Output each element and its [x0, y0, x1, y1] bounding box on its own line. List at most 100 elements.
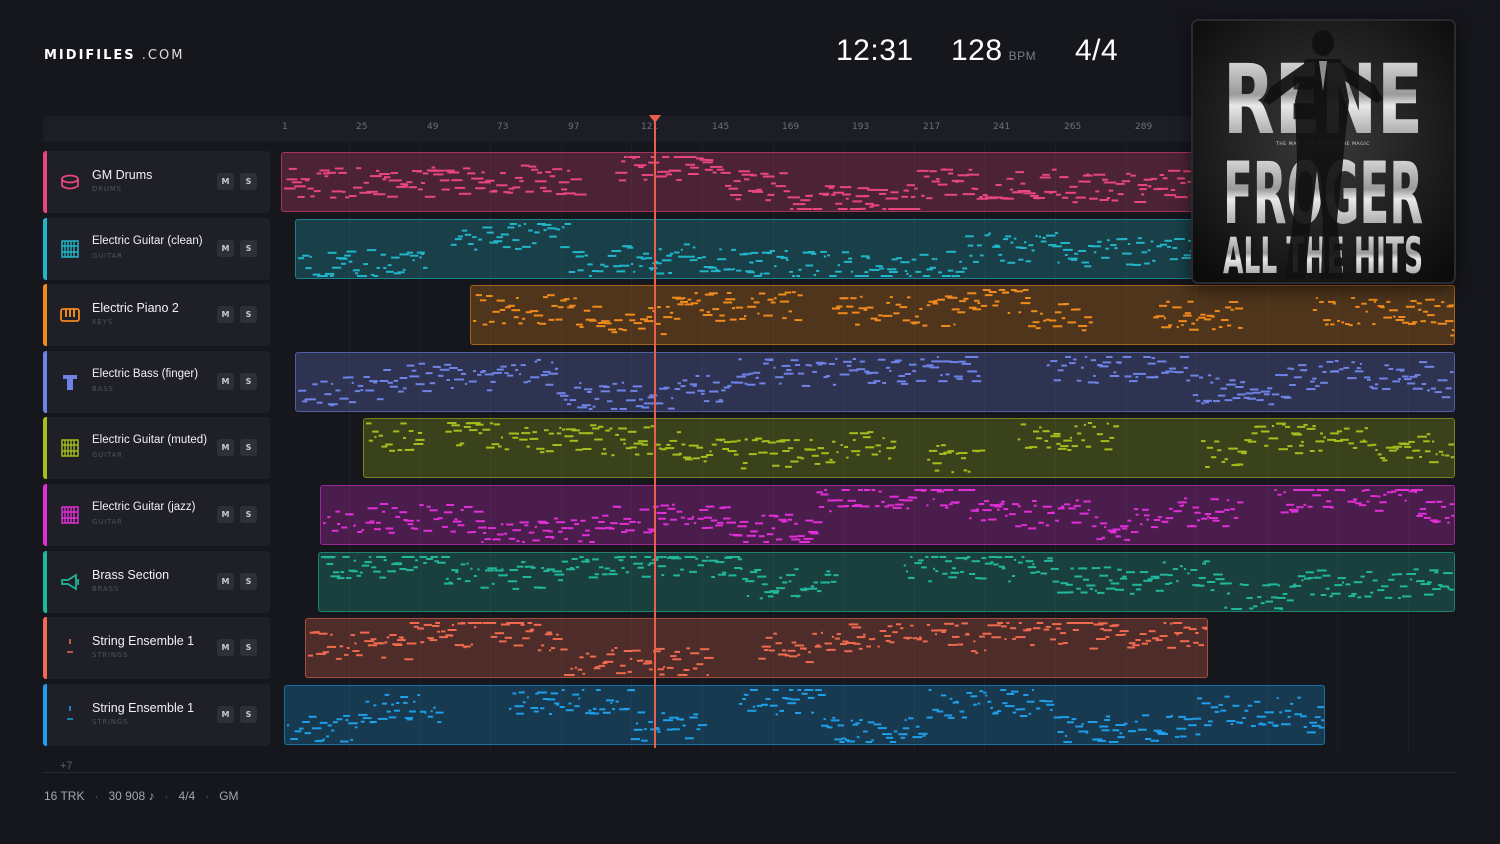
status-footer: 16 TRK · 30 908 ♪ · 4/4 · GM — [44, 789, 239, 803]
track-name: Electric Piano 2 — [92, 301, 179, 315]
solo-button[interactable]: S — [240, 506, 257, 523]
solo-button[interactable]: S — [240, 639, 257, 656]
track-name: Electric Guitar (clean) — [92, 235, 203, 247]
track-header[interactable]: String Ensemble 1 STRINGS M S — [43, 617, 270, 679]
drum-icon — [61, 174, 79, 190]
track-name: String Ensemble 1 — [92, 701, 195, 715]
ruler-tick: 49 — [427, 122, 439, 132]
track-color-bar — [43, 218, 47, 280]
guitar-icon — [61, 240, 79, 258]
more-tracks-indicator[interactable]: +7 — [60, 760, 73, 772]
separator: · — [94, 789, 99, 803]
track-header[interactable]: Electric Piano 2 KEYS M S — [43, 284, 270, 346]
track-color-bar — [43, 284, 47, 346]
footer-time-signature: 4/4 — [178, 789, 196, 803]
footer-divider — [43, 772, 1456, 773]
note-count: 30 908 ♪ — [108, 789, 155, 803]
solo-button[interactable]: S — [240, 306, 257, 323]
track-category: STRINGS — [92, 718, 129, 726]
bass-icon — [63, 375, 77, 390]
midi-clip[interactable] — [470, 285, 1455, 345]
piano-icon — [60, 308, 80, 322]
ruler-tick: 73 — [497, 122, 509, 132]
track-color-bar — [43, 484, 47, 546]
ruler-tick: 25 — [356, 122, 368, 132]
track-name: Brass Section — [92, 568, 170, 582]
mute-button[interactable]: M — [217, 173, 234, 190]
midi-clip[interactable] — [295, 352, 1455, 412]
track-name: Electric Guitar (muted) — [92, 434, 208, 446]
mute-button[interactable]: M — [217, 373, 234, 390]
time-signature: 4/4 — [1075, 34, 1119, 67]
mute-button[interactable]: M — [217, 306, 234, 323]
track-category: GUITAR — [92, 252, 123, 260]
track-count: 16 TRK — [44, 789, 85, 803]
track-color-bar — [43, 417, 47, 479]
ruler-tick: 217 — [923, 122, 941, 132]
track-name: Electric Bass (finger) — [92, 368, 199, 380]
mute-button[interactable]: M — [217, 506, 234, 523]
track-name: String Ensemble 1 — [92, 634, 195, 648]
note-roll — [366, 422, 1454, 474]
guitar-icon — [61, 439, 79, 457]
solo-button[interactable]: S — [240, 173, 257, 190]
ruler-tick: 193 — [852, 122, 870, 132]
mute-button[interactable]: M — [217, 639, 234, 656]
track-name: GM Drums — [92, 168, 153, 182]
ruler-tick: 145 — [712, 122, 730, 132]
track-category: GUITAR — [92, 518, 123, 526]
track-header[interactable]: Electric Guitar (muted) GUITAR M S — [43, 417, 270, 479]
mute-button[interactable]: M — [217, 439, 234, 456]
ruler-tick: 265 — [1064, 122, 1082, 132]
note-roll — [287, 689, 1324, 743]
midi-clip[interactable] — [363, 418, 1455, 478]
playhead[interactable] — [654, 120, 656, 748]
track-header[interactable]: GM Drums DRUMS M S — [43, 151, 270, 213]
solo-button[interactable]: S — [240, 573, 257, 590]
track-header[interactable]: Brass Section BRASS M S — [43, 551, 270, 613]
track-color-bar — [43, 551, 47, 613]
album-cover: RENE FROGER ALL THE HITS THE MAN. THE MU… — [1191, 19, 1456, 284]
separator: · — [164, 789, 169, 803]
brand-logo: MIDIFILES .COM — [44, 48, 185, 63]
clock-time: 12:31 — [836, 34, 914, 67]
mute-button[interactable]: M — [217, 706, 234, 723]
ruler-tick: 169 — [782, 122, 800, 132]
guitar-icon — [61, 506, 79, 524]
track-header[interactable]: Electric Guitar (clean) GUITAR M S — [43, 218, 270, 280]
track-category: GUITAR — [92, 451, 123, 459]
mute-button[interactable]: M — [217, 240, 234, 257]
midi-clip[interactable] — [318, 552, 1455, 612]
midi-clip[interactable] — [305, 618, 1208, 678]
track-category: DRUMS — [92, 185, 122, 193]
track-category: KEYS — [92, 318, 113, 326]
solo-button[interactable]: S — [240, 240, 257, 257]
solo-button[interactable]: S — [240, 706, 257, 723]
note-roll — [323, 489, 1454, 543]
midi-clip[interactable] — [320, 485, 1455, 545]
track-header[interactable]: Electric Guitar (jazz) GUITAR M S — [43, 484, 270, 546]
separator: · — [205, 789, 210, 803]
tempo-unit: BPM — [1008, 49, 1037, 63]
note-roll — [308, 622, 1207, 676]
note-roll — [321, 556, 1454, 610]
track-color-bar — [43, 617, 47, 679]
track-header[interactable]: String Ensemble 1 STRINGS M S — [43, 684, 270, 746]
violin-icon — [67, 639, 73, 653]
track-header[interactable]: Electric Bass (finger) BASS M S — [43, 351, 270, 413]
ruler-tick: 289 — [1135, 122, 1153, 132]
track-color-bar — [43, 151, 47, 213]
trumpet-icon — [61, 573, 79, 591]
playhead-marker[interactable] — [649, 115, 661, 123]
tempo-value: 128 — [951, 34, 1003, 67]
violin-icon — [67, 706, 73, 720]
ruler-tick: 1 — [282, 122, 288, 132]
track-category: STRINGS — [92, 651, 129, 659]
track-color-bar — [43, 684, 47, 746]
track-category: BRASS — [92, 585, 120, 593]
solo-button[interactable]: S — [240, 439, 257, 456]
midi-clip[interactable] — [284, 685, 1325, 745]
note-roll — [298, 356, 1454, 410]
mute-button[interactable]: M — [217, 573, 234, 590]
solo-button[interactable]: S — [240, 373, 257, 390]
